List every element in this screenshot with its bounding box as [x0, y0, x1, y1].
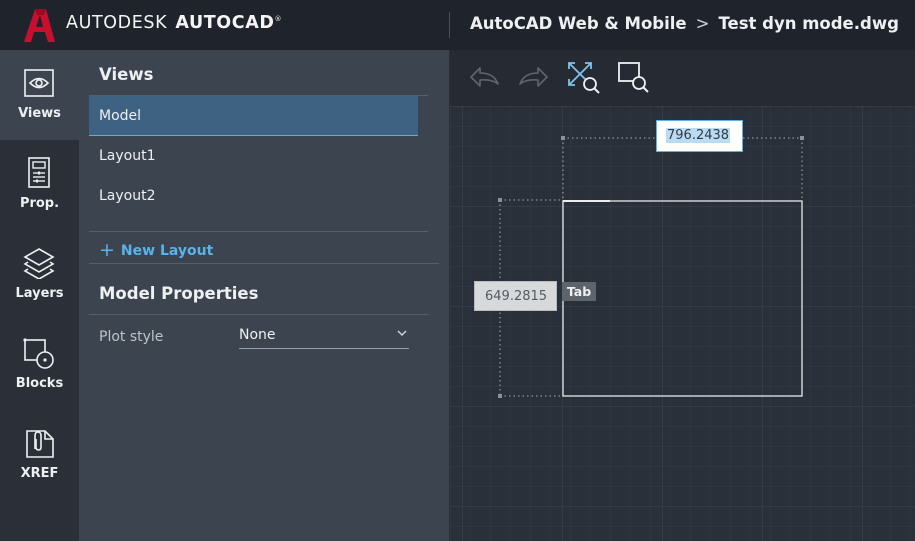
- height-input-value: 649.2815: [485, 289, 548, 304]
- top-bar: AUTODESK AUTOCAD® AutoCAD Web & Mobile > T…: [0, 0, 915, 50]
- plot-style-value: None: [239, 327, 276, 343]
- zoom-window-icon[interactable]: [616, 60, 652, 96]
- plot-style-select[interactable]: None: [239, 325, 409, 349]
- breadcrumb-root[interactable]: AutoCAD Web & Mobile: [470, 14, 687, 33]
- rail-item-blocks[interactable]: Blocks: [0, 320, 79, 410]
- canvas-toolbar: [450, 50, 915, 106]
- breadcrumb-separator: >: [695, 14, 710, 33]
- autocad-logo-icon: [24, 9, 55, 42]
- undo-icon[interactable]: [468, 62, 502, 92]
- height-input[interactable]: 649.2815: [474, 281, 557, 311]
- xref-icon: [26, 430, 54, 458]
- brand-autocad: AUTOCAD: [175, 13, 275, 33]
- width-input[interactable]: 796.2438: [656, 120, 743, 152]
- brand-autodesk: AUTODESK: [66, 13, 168, 33]
- rail-item-xref[interactable]: XREF: [0, 410, 79, 500]
- zoom-extents-icon[interactable]: [566, 60, 602, 96]
- views-list-divider: [89, 231, 428, 232]
- plus-icon: +: [99, 239, 115, 261]
- rail-label-properties: Prop.: [19, 196, 60, 211]
- view-item-model[interactable]: Model: [89, 96, 418, 136]
- eye-icon: [24, 69, 54, 97]
- chevron-down-icon: [397, 330, 407, 337]
- layers-icon: [23, 248, 55, 279]
- redo-icon[interactable]: [516, 62, 550, 92]
- rail-label-layers: Layers: [15, 286, 64, 301]
- new-layout-button[interactable]: + New Layout: [99, 238, 214, 261]
- autocad-web-app: AUTODESK AUTOCAD® AutoCAD Web & Mobile > T…: [0, 0, 915, 541]
- brand-wordmark: AUTODESK AUTOCAD®: [66, 13, 282, 33]
- rail-item-views[interactable]: Views: [0, 50, 79, 140]
- tab-hint-badge: Tab: [562, 282, 596, 301]
- breadcrumb: AutoCAD Web & Mobile > Test dyn mode.dwg: [470, 14, 899, 33]
- views-panel: Views Model Layout1 Layout2 + New Layout …: [79, 50, 449, 541]
- header-divider: [449, 12, 450, 38]
- new-layout-label: New Layout: [120, 243, 214, 259]
- rail-item-layers[interactable]: Layers: [0, 230, 79, 320]
- rail-label-views: Views: [18, 106, 61, 121]
- width-input-value: 796.2438: [666, 128, 731, 143]
- model-properties-title: Model Properties: [99, 284, 259, 303]
- view-item-layout1[interactable]: Layout1: [89, 136, 418, 176]
- new-layout-divider: [89, 263, 439, 264]
- plot-style-label: Plot style: [99, 329, 164, 345]
- file-name: Test dyn mode.dwg: [718, 14, 899, 33]
- properties-icon: [28, 157, 50, 188]
- rail-label-xref: XREF: [20, 466, 59, 481]
- rail-item-properties[interactable]: Prop.: [0, 140, 79, 230]
- rail-label-blocks: Blocks: [15, 376, 64, 391]
- view-item-layout2[interactable]: Layout2: [89, 176, 418, 216]
- brand-registered-mark: ®: [274, 15, 283, 23]
- side-rail: Views Prop. Layers Blocks XREF: [0, 50, 79, 541]
- views-title: Views: [99, 65, 154, 84]
- blocks-icon: [23, 338, 54, 369]
- drawing-canvas[interactable]: [450, 106, 915, 541]
- model-properties-divider: [89, 314, 428, 315]
